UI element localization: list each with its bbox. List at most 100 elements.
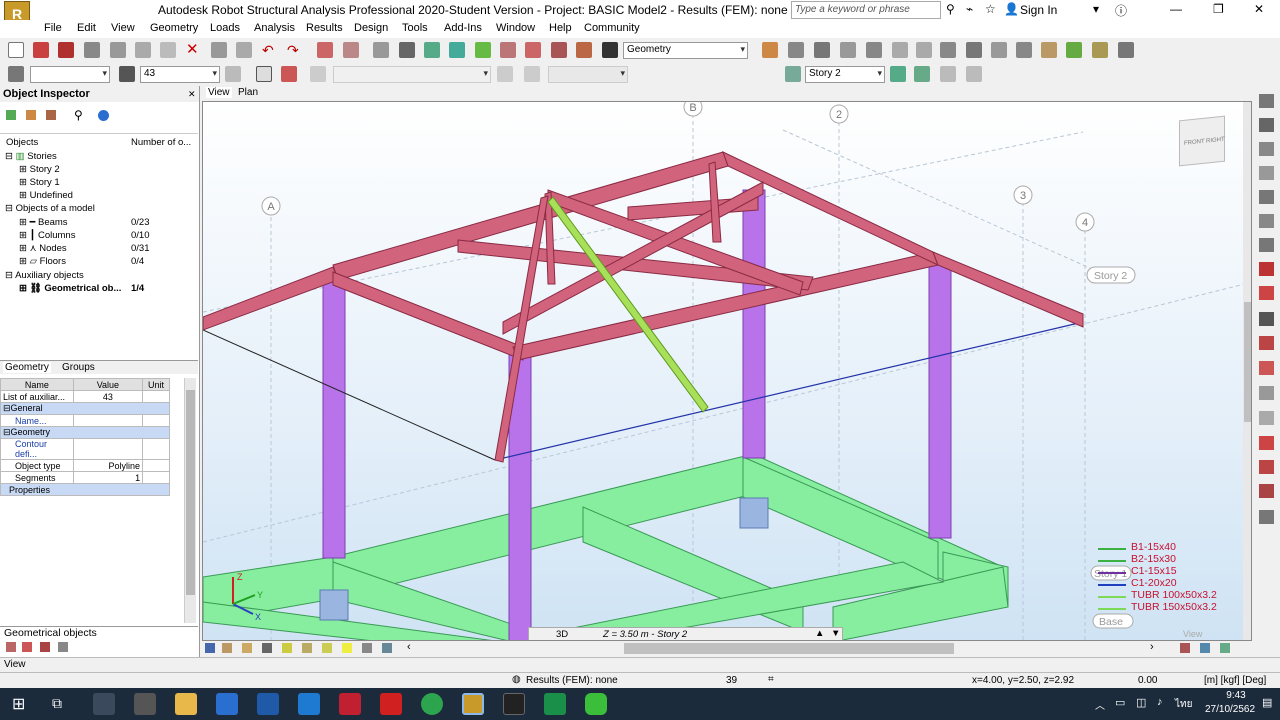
- calculations-icon[interactable]: [551, 42, 567, 58]
- prop-row[interactable]: Object type Polyline: [0, 459, 170, 472]
- layout-icon[interactable]: [602, 42, 618, 58]
- geometric-imperfections-icon[interactable]: [1041, 42, 1057, 58]
- tray-chevron-icon[interactable]: ︿: [1095, 697, 1105, 712]
- tree-item-geometrical-objects[interactable]: ⊞ ⛓ Geometrical ob...: [19, 283, 121, 294]
- filter-tree-icon[interactable]: [6, 110, 16, 120]
- story-up-icon[interactable]: [890, 66, 906, 82]
- clock-date[interactable]: 27/10/2562: [1205, 704, 1255, 715]
- display-settings-icon[interactable]: [281, 66, 297, 82]
- tab-plan[interactable]: Plan: [238, 87, 258, 98]
- bar-tool-icon[interactable]: [1259, 118, 1274, 132]
- search-input[interactable]: Type a keyword or phrase: [791, 1, 941, 19]
- units-display[interactable]: [m] [kgf] [Deg]: [1204, 675, 1266, 686]
- cut-icon[interactable]: [160, 42, 176, 58]
- panel-tool-icon[interactable]: [1259, 166, 1274, 180]
- menu-view[interactable]: View: [111, 22, 135, 34]
- menu-geometry[interactable]: Geometry: [150, 22, 198, 34]
- zoom-icon[interactable]: [399, 42, 415, 58]
- menu-loads[interactable]: Loads: [210, 22, 240, 34]
- scroll-left-icon[interactable]: ‹: [407, 641, 411, 653]
- selection-icon[interactable]: [8, 66, 24, 82]
- numbering-icon[interactable]: [362, 643, 372, 653]
- tab-geometry[interactable]: Geometry: [3, 362, 51, 373]
- display-sections-icon[interactable]: [282, 643, 292, 653]
- menu-addins[interactable]: Add-Ins: [444, 22, 482, 34]
- tree-item-nodes[interactable]: ⊞ ⋏ Nodes: [19, 243, 67, 254]
- layout-select[interactable]: Geometry: [623, 42, 748, 59]
- file-explorer-icon[interactable]: [175, 693, 197, 715]
- nodes-icon[interactable]: [788, 42, 804, 58]
- print-icon[interactable]: [84, 42, 100, 58]
- combination-icon[interactable]: [524, 66, 540, 82]
- view-mode-3d[interactable]: 3D: [556, 629, 568, 640]
- notifications-icon[interactable]: ▤: [1262, 696, 1272, 709]
- home-icon[interactable]: [262, 643, 272, 653]
- menu-analysis[interactable]: Analysis: [254, 22, 295, 34]
- zoom-all-icon[interactable]: [449, 42, 465, 58]
- filter-clear-icon[interactable]: [46, 110, 56, 120]
- design-tool-icon[interactable]: [1259, 484, 1274, 498]
- prop-section-properties[interactable]: Properties: [0, 483, 170, 496]
- prop-value[interactable]: 1: [72, 471, 144, 484]
- case-select[interactable]: [333, 66, 491, 83]
- mesh-tool-icon[interactable]: [1259, 386, 1274, 400]
- node-tool-icon[interactable]: [1259, 94, 1274, 108]
- edge-icon[interactable]: [298, 693, 320, 715]
- rotate-icon[interactable]: [525, 42, 541, 58]
- volume-icon[interactable]: ♪: [1157, 696, 1163, 708]
- viewcube[interactable]: FRONT RIGHT: [1179, 115, 1225, 167]
- table-icon[interactable]: [317, 42, 333, 58]
- sign-in-button[interactable]: Sign In: [1020, 3, 1057, 17]
- elastic-ground-icon[interactable]: [1016, 42, 1032, 58]
- structure-model[interactable]: A B 2 3 4 Story 2 Story 1 Base Z X Y: [203, 102, 1252, 641]
- list-icon[interactable]: [6, 642, 16, 652]
- prop-row[interactable]: Segments 1: [0, 471, 170, 484]
- menu-community[interactable]: Community: [584, 22, 640, 34]
- structure-selector[interactable]: [30, 66, 110, 83]
- view-yz-icon[interactable]: [222, 643, 232, 653]
- tools-icon[interactable]: [576, 42, 592, 58]
- camtasia-icon[interactable]: [544, 693, 566, 715]
- network-icon[interactable]: ◫: [1136, 696, 1146, 709]
- inspector-scrollbar[interactable]: [184, 378, 196, 623]
- autocad-icon[interactable]: [380, 693, 402, 715]
- display-icon[interactable]: [256, 66, 272, 82]
- scrollbar-thumb[interactable]: [186, 390, 195, 595]
- app-icon[interactable]: [257, 693, 279, 715]
- tab-geometrical-objects[interactable]: Geometrical objects: [4, 627, 97, 639]
- tree-item-model-objects[interactable]: ⊟ Objects of a model: [5, 203, 95, 214]
- beam-tool-icon[interactable]: [1259, 262, 1274, 276]
- user-icon[interactable]: 👤: [1004, 2, 1019, 16]
- filter-icon[interactable]: [225, 66, 241, 82]
- calculate-tool-icon[interactable]: [1259, 436, 1274, 450]
- prop-value[interactable]: Polyline: [72, 459, 144, 472]
- report-tool-icon[interactable]: [1259, 510, 1274, 524]
- view-3d-icon[interactable]: [500, 42, 516, 58]
- windows-start-icon[interactable]: ⊞: [12, 694, 25, 714]
- search-icon[interactable]: ⚲: [74, 108, 83, 122]
- tree-item-story-1[interactable]: ⊞ Story 1: [19, 177, 60, 188]
- binoculars-icon[interactable]: ⚲: [946, 2, 955, 16]
- display-nodes-icon[interactable]: [302, 643, 312, 653]
- thickness-tool-icon[interactable]: [1259, 361, 1274, 375]
- grid-snap-icon[interactable]: ⌗: [768, 674, 774, 685]
- view-tool-icon[interactable]: [1220, 643, 1230, 653]
- cable-tool-icon[interactable]: [1259, 286, 1274, 300]
- support-tool-icon[interactable]: [1259, 214, 1274, 228]
- settings-icon[interactable]: [58, 642, 68, 652]
- zoom-window-icon[interactable]: [424, 42, 440, 58]
- loads-tool-icon[interactable]: [1259, 336, 1274, 350]
- screen-capture-icon[interactable]: [135, 42, 151, 58]
- tree-item-columns[interactable]: ⊞ ┃ Columns: [19, 230, 75, 241]
- 3d-viewport[interactable]: A B 2 3 4 Story 2 Story 1 Base Z X Y FRO…: [202, 101, 1252, 641]
- mode-icon[interactable]: [497, 66, 513, 82]
- star-icon[interactable]: ☆: [985, 2, 996, 16]
- level-down-icon[interactable]: ▼: [831, 628, 840, 639]
- view-tool-icon[interactable]: [1200, 643, 1210, 653]
- section-tool-icon[interactable]: [1259, 190, 1274, 204]
- tree-item-auxiliary[interactable]: ⊟ Auxiliary objects: [5, 270, 84, 281]
- prop-section-general[interactable]: ⊟General: [0, 402, 170, 415]
- store-icon[interactable]: [216, 693, 238, 715]
- maximize-icon[interactable]: ❐: [1213, 2, 1224, 16]
- app-icon[interactable]: [134, 693, 156, 715]
